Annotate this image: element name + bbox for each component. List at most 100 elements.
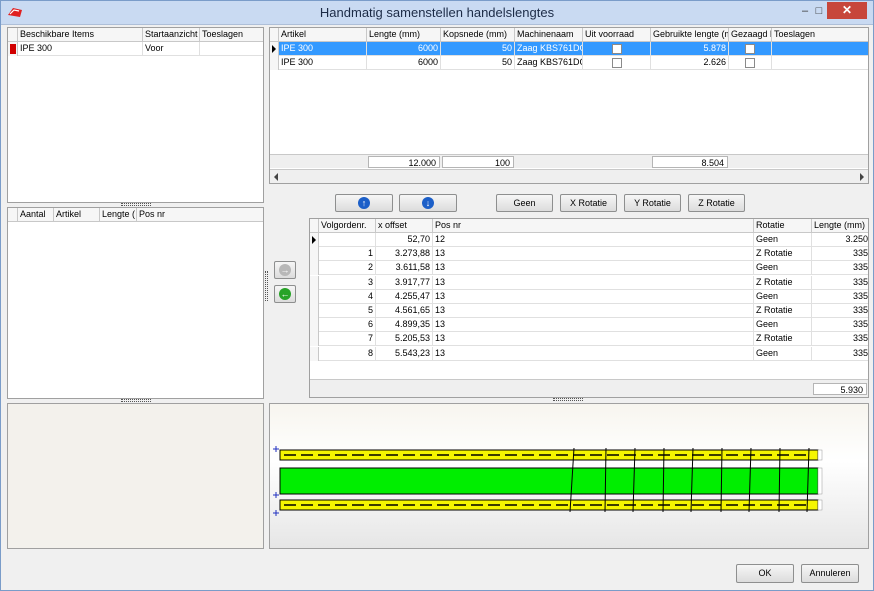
cell-length: 335 bbox=[852, 333, 868, 344]
sawn-checkbox[interactable] bbox=[745, 57, 755, 68]
cell-from-stock bbox=[583, 56, 651, 70]
assigned-parts-grid: Aantal Artikel Lengte ( Pos nr bbox=[7, 207, 264, 399]
cell-posnr: 13 bbox=[433, 289, 754, 304]
col-header-posnr[interactable]: Pos nr bbox=[137, 208, 263, 222]
cell-rotation: Z Rotatie bbox=[754, 275, 812, 290]
cell-surcharges bbox=[772, 56, 868, 70]
horizontal-scrollbar[interactable] bbox=[270, 169, 868, 183]
cell-posnr: 12 bbox=[433, 233, 754, 247]
cell-x-offset: 4.561,65 bbox=[376, 304, 433, 318]
add-part-button[interactable]: → bbox=[274, 261, 296, 279]
rotation-y-button[interactable]: Y Rotatie bbox=[624, 194, 681, 212]
col-header-machine[interactable]: Machinenaam bbox=[515, 28, 583, 42]
from-stock-checkbox[interactable] bbox=[611, 43, 622, 54]
table-row[interactable]: 1 3.273,88 13 Z Rotatie 335 bbox=[310, 247, 868, 262]
window-title: Handmatig samenstellen handelslengtes bbox=[319, 5, 555, 20]
cell-sequence bbox=[319, 233, 376, 247]
col-header-x-offset[interactable]: x offset bbox=[376, 219, 433, 233]
cell-sawn bbox=[729, 56, 772, 70]
horizontal-splitter-handle[interactable] bbox=[121, 203, 151, 206]
col-header-items[interactable]: Beschikbare Items bbox=[18, 28, 143, 42]
col-header-article[interactable]: Artikel bbox=[54, 208, 100, 222]
col-header-sequence[interactable]: Volgordenr. bbox=[319, 219, 376, 233]
table-row[interactable]: 5 4.561,65 13 Z Rotatie 335 bbox=[310, 304, 868, 318]
rotation-x-button[interactable]: X Rotatie bbox=[560, 194, 617, 212]
horizontal-splitter-handle[interactable] bbox=[121, 399, 151, 402]
from-stock-checkbox[interactable] bbox=[611, 57, 622, 68]
cell-posnr: 13 bbox=[433, 275, 754, 290]
table-row[interactable]: 52,70 12 Geen 3.250 bbox=[310, 233, 868, 247]
stock-lengths-grid: Artikel Lengte (mm) Kopsnede (mm) Machin… bbox=[269, 27, 869, 184]
sum-length: 12.000 bbox=[368, 156, 440, 168]
top-flange-remainder bbox=[817, 449, 823, 461]
lengths-header: Artikel Lengte (mm) Kopsnede (mm) Machin… bbox=[270, 28, 868, 42]
table-row[interactable]: 6 4.899,35 13 Geen 335 bbox=[310, 318, 868, 333]
cell-posnr: 13 bbox=[433, 247, 754, 262]
col-header-posnr[interactable]: Pos nr bbox=[433, 219, 754, 233]
table-row[interactable]: 3 3.917,77 13 Z Rotatie 335 bbox=[310, 275, 868, 290]
sawn-checkbox[interactable] bbox=[745, 43, 755, 54]
row-indicator bbox=[310, 332, 319, 347]
web-remainder bbox=[817, 467, 823, 495]
cell-surcharges bbox=[772, 42, 868, 56]
cell-head-cut: 50 bbox=[441, 56, 515, 70]
remove-part-button[interactable]: ← bbox=[274, 285, 296, 303]
cell-length: 335 bbox=[852, 276, 868, 287]
cell-rotation: Geen bbox=[754, 318, 812, 333]
col-header-surcharges[interactable]: Toeslagen bbox=[772, 28, 868, 42]
col-header-rotation[interactable]: Rotatie bbox=[754, 219, 812, 233]
scroll-left-icon[interactable] bbox=[274, 173, 278, 181]
close-button[interactable]: ✕ bbox=[827, 2, 867, 19]
current-row-arrow-icon bbox=[272, 45, 276, 53]
row-indicator bbox=[310, 304, 319, 318]
cell-sequence: 4 bbox=[319, 289, 376, 304]
cell-x-offset: 3.273,88 bbox=[376, 247, 433, 262]
cancel-button[interactable]: Annuleren bbox=[801, 564, 859, 583]
col-header-from-stock[interactable]: Uit voorraad bbox=[583, 28, 651, 42]
cell-rotation: Geen bbox=[754, 261, 812, 276]
origin-markers bbox=[273, 446, 279, 516]
table-row[interactable]: IPE 300 Voor bbox=[8, 42, 263, 56]
cell-sequence: 6 bbox=[319, 318, 376, 333]
table-row[interactable]: IPE 300 6000 50 Zaag KBS761DG 5.878 bbox=[270, 42, 868, 56]
maximize-button[interactable]: □ bbox=[811, 4, 827, 18]
col-header-article[interactable]: Artikel bbox=[279, 28, 367, 42]
bottom-flange-remainder bbox=[817, 499, 823, 511]
horizontal-splitter-handle[interactable] bbox=[553, 398, 583, 401]
parts-sequence-grid: Volgordenr. x offset Pos nr Rotatie Leng… bbox=[309, 218, 869, 398]
col-header-surcharges[interactable]: Toeslagen bbox=[200, 28, 263, 42]
assigned-header: Aantal Artikel Lengte ( Pos nr bbox=[8, 208, 263, 222]
table-row[interactable]: 4 4.255,47 13 Geen 335 bbox=[310, 289, 868, 304]
current-row-marker-icon bbox=[10, 44, 16, 54]
table-row[interactable]: IPE 300 6000 50 Zaag KBS761DG 2.626 bbox=[270, 56, 868, 70]
col-header-used-length[interactable]: Gebruikte lengte (m bbox=[651, 28, 729, 42]
col-header-length[interactable]: Lengte (mm) bbox=[812, 219, 868, 233]
vertical-splitter-handle[interactable] bbox=[265, 271, 268, 301]
rotation-z-button[interactable]: Z Rotatie bbox=[688, 194, 745, 212]
table-row[interactable]: 7 5.205,53 13 Z Rotatie 335 bbox=[310, 332, 868, 347]
cell-used-length: 5.878 bbox=[651, 42, 729, 56]
cell-startview: Voor bbox=[143, 42, 200, 56]
cell-article: IPE 300 bbox=[279, 42, 367, 56]
ok-button[interactable]: OK bbox=[736, 564, 794, 583]
rotation-none-button[interactable]: Geen bbox=[496, 194, 553, 212]
move-up-button[interactable]: ↑ bbox=[335, 194, 393, 212]
row-indicator-header bbox=[8, 208, 18, 222]
sum-used-length: 8.504 bbox=[652, 156, 728, 168]
col-header-count[interactable]: Aantal bbox=[18, 208, 54, 222]
title-bar: Handmatig samenstellen handelslengtes – … bbox=[1, 1, 873, 25]
dialog-window: Handmatig samenstellen handelslengtes – … bbox=[0, 0, 874, 591]
col-header-length[interactable]: Lengte (mm) bbox=[367, 28, 441, 42]
cell-item: IPE 300 bbox=[18, 42, 143, 56]
scroll-right-icon[interactable] bbox=[860, 173, 864, 181]
table-row[interactable]: 8 5.543,23 13 Geen 335 bbox=[310, 346, 868, 361]
col-header-startview[interactable]: Startaanzicht bbox=[143, 28, 200, 42]
col-header-head-cut[interactable]: Kopsnede (mm) bbox=[441, 28, 515, 42]
col-header-length[interactable]: Lengte ( bbox=[100, 208, 137, 222]
parts-header: Volgordenr. x offset Pos nr Rotatie Leng… bbox=[310, 219, 868, 233]
move-down-button[interactable]: ↓ bbox=[399, 194, 457, 212]
cell-rotation: Geen bbox=[754, 233, 812, 247]
cell-rotation: Geen bbox=[754, 289, 812, 304]
col-header-sawn[interactable]: Gezaagd b bbox=[729, 28, 772, 42]
table-row[interactable]: 2 3.611,58 13 Geen 335 bbox=[310, 261, 868, 276]
